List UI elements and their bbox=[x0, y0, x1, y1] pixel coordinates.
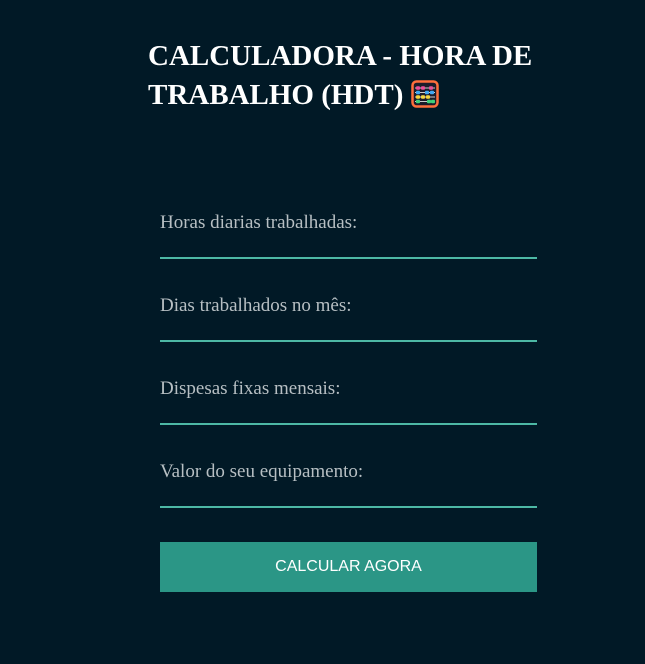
days-per-month-label: Dias trabalhados no mês: bbox=[160, 295, 352, 316]
days-per-month-input[interactable] bbox=[160, 322, 537, 342]
equipment-value-input[interactable] bbox=[160, 488, 537, 508]
page-title: CALCULADORA - HORA DE TRABALHO (HDT) bbox=[148, 37, 568, 115]
fixed-expenses-input[interactable] bbox=[160, 405, 537, 425]
fixed-expenses-group: Dispesas fixas mensais: bbox=[160, 377, 537, 460]
hours-per-day-group: Horas diarias trabalhadas: bbox=[160, 211, 537, 294]
hours-per-day-input[interactable] bbox=[160, 239, 537, 259]
hours-per-day-label: Horas diarias trabalhadas: bbox=[160, 212, 358, 233]
equipment-value-label: Valor do seu equipamento: bbox=[160, 461, 364, 482]
fixed-expenses-label: Dispesas fixas mensais: bbox=[160, 378, 341, 399]
calculate-now-button[interactable]: CALCULAR AGORA bbox=[160, 542, 537, 592]
page-title-text: CALCULADORA - HORA DE TRABALHO (HDT) bbox=[148, 40, 533, 111]
days-per-month-group: Dias trabalhados no mês: bbox=[160, 294, 537, 377]
hdt-calculator-form: Horas diarias trabalhadas: Dias trabalha… bbox=[160, 211, 537, 543]
equipment-value-group: Valor do seu equipamento: bbox=[160, 460, 537, 543]
abacus-icon bbox=[411, 80, 440, 108]
